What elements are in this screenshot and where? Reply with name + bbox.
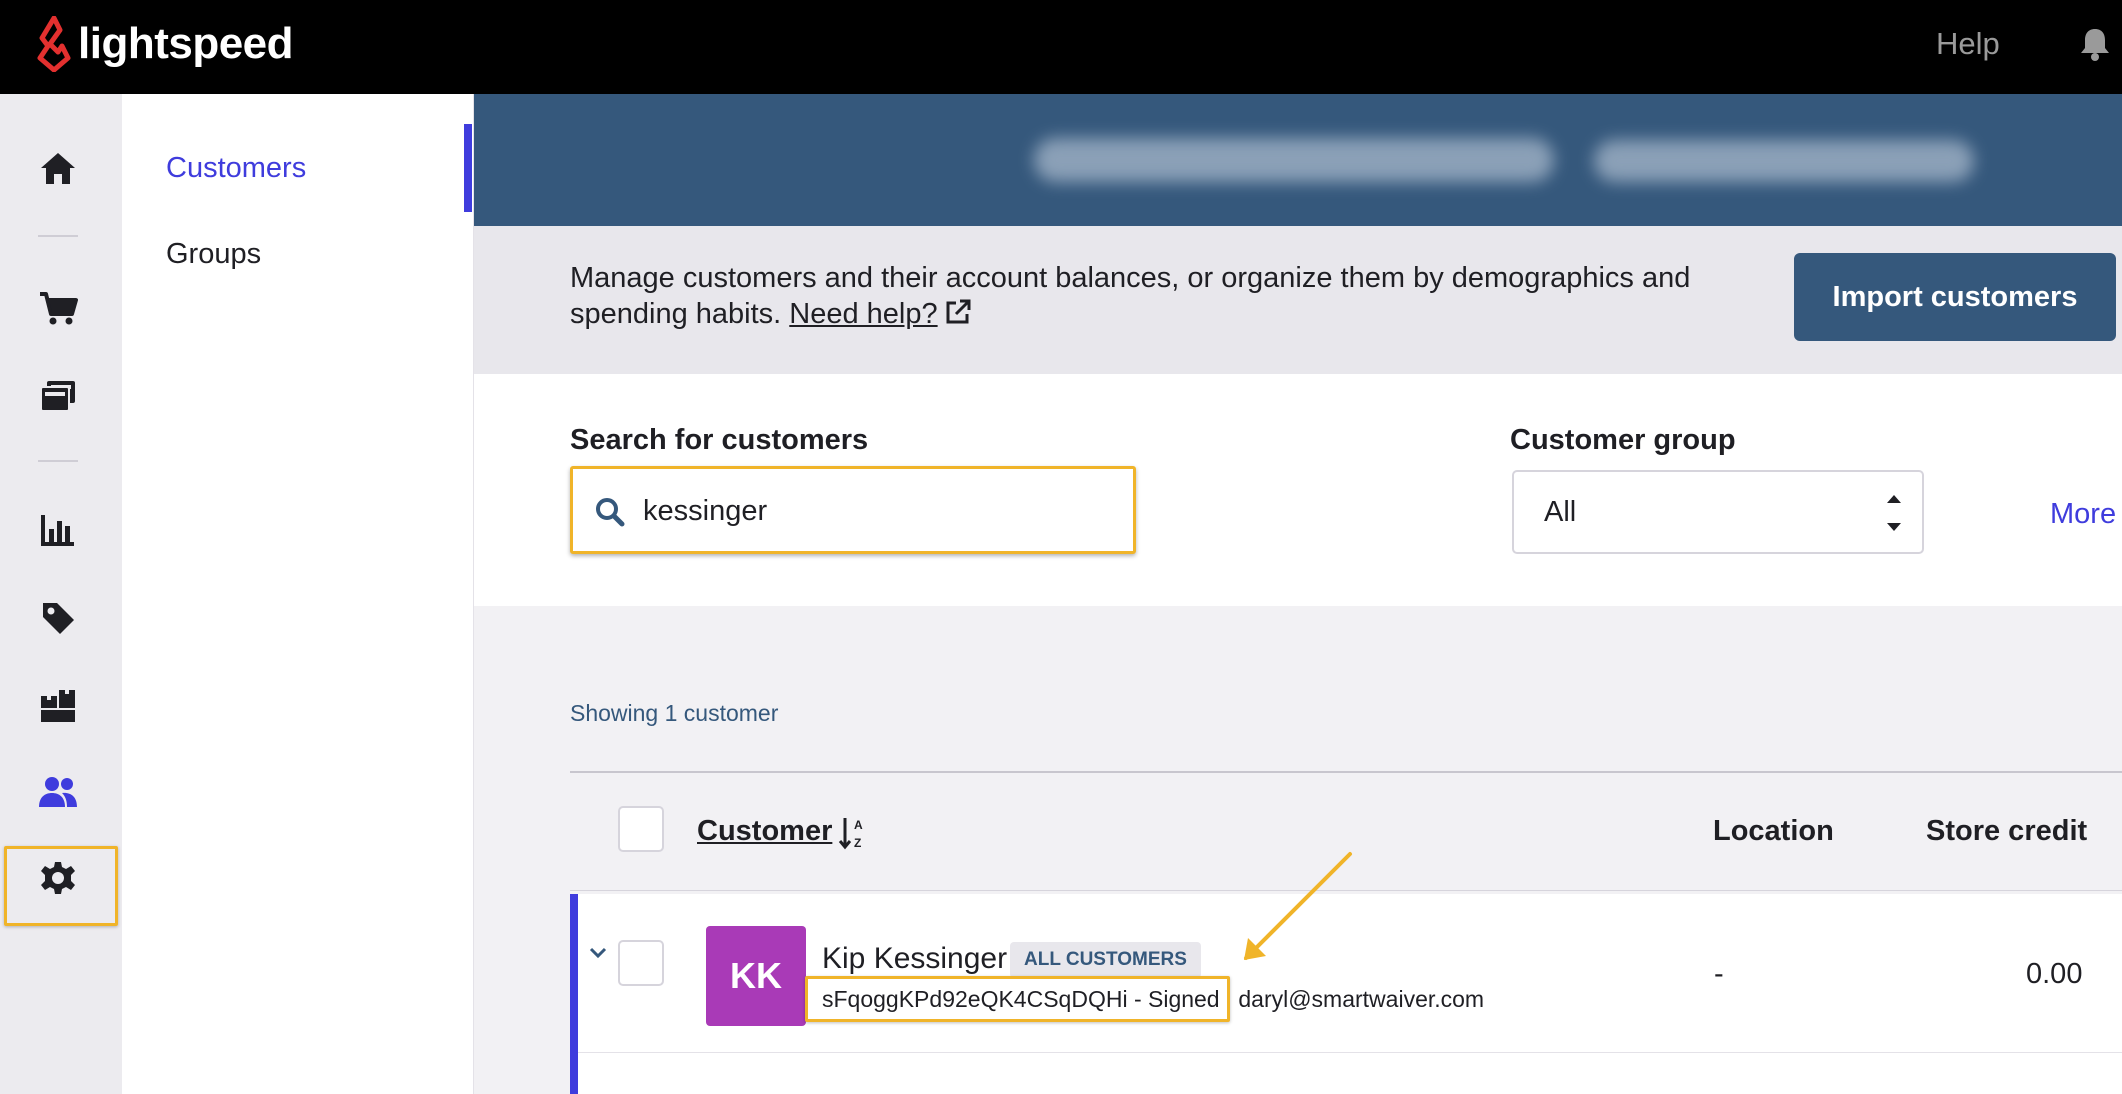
svg-text:Z: Z [854,836,861,850]
customer-group-label: Customer group [1510,424,1736,456]
customer-store-credit: 0.00 [2026,958,2083,990]
search-label: Search for customers [570,424,869,456]
waiver-id-highlight [805,976,1230,1022]
customers-icon[interactable] [36,770,80,814]
customer-group-select[interactable]: All [1512,470,1924,554]
more-filters-link[interactable]: More [2050,498,2116,531]
brand-name: lightspeed [78,19,294,68]
column-header-customer[interactable]: Customer [697,815,832,848]
svg-text:A: A [854,818,863,832]
subnav-item-customers[interactable]: Customers [166,152,306,185]
search-box[interactable] [570,466,1136,554]
import-customers-button[interactable]: Import customers [1794,253,2116,341]
sort-az-icon[interactable]: AZ [838,816,868,850]
page-description: Manage customers and their account balan… [570,260,1710,332]
customers-subnav: Customers Groups [122,94,474,1094]
help-link[interactable]: Help [1936,26,2000,62]
customer-name[interactable]: Kip Kessinger [822,942,1007,976]
need-help-link[interactable]: Need help? [789,298,937,330]
redacted-store-info [1034,138,1554,182]
customer-group-value: All [1544,496,1577,528]
redacted-account-info [1594,140,1974,182]
icon-rail [0,94,122,1094]
row-divider [578,1052,2122,1053]
row-checkbox[interactable] [618,940,664,986]
column-header-location[interactable]: Location [1713,815,1834,848]
subnav-active-indicator [464,124,472,212]
register-icon[interactable] [36,374,80,418]
search-icon [596,498,625,527]
home-icon[interactable] [36,146,80,190]
lightspeed-flame-icon [37,16,71,72]
tag-icon[interactable] [36,596,80,640]
store-header-band [474,94,2122,226]
column-header-store-credit[interactable]: Store credit [1926,815,2087,848]
lightspeed-logo[interactable]: lightspeed [36,16,294,72]
search-input[interactable] [643,489,1103,533]
external-link-icon[interactable] [944,298,972,326]
page-description-band: Manage customers and their account balan… [474,226,2122,374]
inventory-icon[interactable] [36,684,80,728]
subnav-item-groups[interactable]: Groups [166,238,261,271]
avatar: KK [706,926,806,1026]
select-arrows-icon [1887,495,1901,531]
select-all-checkbox[interactable] [618,806,664,852]
settings-icon[interactable] [36,856,80,900]
row-selected-indicator [570,894,578,1094]
annotation-arrow-icon [1244,852,1352,960]
bell-icon[interactable] [2078,26,2112,62]
rail-divider [38,460,78,462]
top-bar: lightspeed Help [0,0,2122,94]
results-divider [570,771,2122,773]
rail-divider [38,235,78,237]
reports-icon[interactable] [36,508,80,552]
customer-group-badge: ALL CUSTOMERS [1010,942,1201,978]
description-text: Manage customers and their account balan… [570,262,1691,330]
results-count: Showing 1 customer [570,700,779,726]
chevron-down-icon[interactable] [588,946,608,960]
cart-icon[interactable] [36,286,80,330]
customer-filters: Search for customers Customer group All … [474,374,2122,606]
customer-location: - [1714,958,1724,990]
